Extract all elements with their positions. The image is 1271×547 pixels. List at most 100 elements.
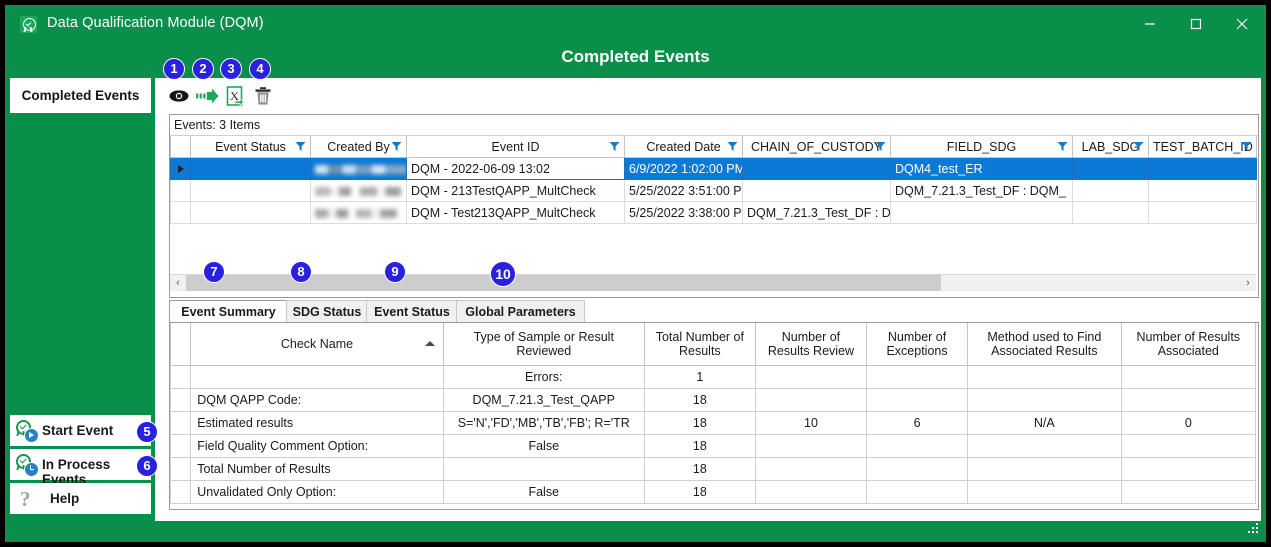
cell-check-name[interactable]: Estimated results [191, 412, 444, 435]
cell-method[interactable] [968, 435, 1122, 458]
col-field-sdg[interactable]: FIELD_SDG [891, 136, 1073, 158]
cell-field-sdg[interactable] [891, 202, 1073, 224]
close-button[interactable] [1219, 6, 1265, 42]
cell-check-name[interactable]: Total Number of Results [191, 458, 444, 481]
cell-type[interactable]: DQM_7.21.3_Test_QAPP [443, 389, 644, 412]
col-total-number-of-results[interactable]: Total Number of Results [644, 323, 755, 366]
cell-created-date[interactable]: 5/25/2022 3:38:00 PM [625, 202, 743, 224]
cell-field-sdg[interactable]: DQM_7.21.3_Test_DF : DQM_ [891, 180, 1073, 202]
cell-exceptions[interactable] [867, 366, 968, 389]
filter-icon[interactable] [391, 141, 402, 152]
move-arrow-icon[interactable] [194, 84, 220, 108]
cell-test-batch-id[interactable] [1149, 202, 1257, 224]
table-row[interactable]: Total Number of Results 18 [171, 458, 1256, 481]
tab-event-status[interactable]: Event Status [366, 300, 458, 323]
tab-completed-events[interactable]: Completed Events [10, 78, 151, 113]
cell-created-by[interactable] [311, 158, 407, 180]
tab-global-parameters[interactable]: Global Parameters [456, 300, 585, 323]
filter-icon[interactable] [609, 141, 620, 152]
cell-check-name[interactable] [191, 366, 444, 389]
table-row[interactable]: Estimated results S='N','FD','MB','TB','… [171, 412, 1256, 435]
cell-method[interactable] [968, 389, 1122, 412]
cell-associated[interactable] [1121, 366, 1255, 389]
eye-icon[interactable] [166, 84, 192, 108]
cell-exceptions[interactable]: 6 [867, 412, 968, 435]
col-created-by[interactable]: Created By [311, 136, 407, 158]
cell-created-date[interactable]: 6/9/2022 1:02:00 PM [625, 158, 743, 180]
col-event-id[interactable]: Event ID [407, 136, 625, 158]
cell-field-sdg[interactable]: DQM4_test_ER [891, 158, 1073, 180]
cell-created-date[interactable]: 5/25/2022 3:51:00 PM [625, 180, 743, 202]
cell-total[interactable]: 18 [644, 458, 755, 481]
cell-reviewed[interactable] [755, 481, 866, 504]
filter-icon[interactable] [1241, 141, 1252, 152]
col-event-status[interactable]: Event Status [191, 136, 311, 158]
table-row[interactable]: DQM - Test213QAPP_MultCheck 5/25/2022 3:… [171, 202, 1257, 224]
scroll-right-button[interactable]: › [1240, 275, 1256, 291]
cell-associated[interactable]: 0 [1121, 412, 1255, 435]
col-check-name[interactable]: Check Name [191, 323, 444, 366]
sidebar-item-start-event[interactable]: Start Event [10, 415, 151, 446]
cell-reviewed[interactable] [755, 435, 866, 458]
cell-total[interactable]: 18 [644, 435, 755, 458]
cell-event-status[interactable] [191, 180, 311, 202]
sidebar-item-in-process-events[interactable]: In Process Events [10, 449, 151, 480]
cell-test-batch-id[interactable] [1149, 158, 1257, 180]
resize-grip-icon[interactable] [1246, 523, 1259, 536]
cell-lab-sdg[interactable] [1073, 202, 1149, 224]
cell-method[interactable] [968, 366, 1122, 389]
cell-associated[interactable] [1121, 389, 1255, 412]
col-number-of-results-associated[interactable]: Number of Results Associated [1121, 323, 1255, 366]
cell-type[interactable] [443, 458, 644, 481]
cell-check-name[interactable]: Unvalidated Only Option: [191, 481, 444, 504]
col-created-date[interactable]: Created Date [625, 136, 743, 158]
cell-reviewed[interactable] [755, 458, 866, 481]
horizontal-scrollbar[interactable]: ‹ › [170, 274, 1256, 291]
cell-method[interactable] [968, 481, 1122, 504]
cell-created-by[interactable] [311, 180, 407, 202]
cell-event-status[interactable] [191, 202, 311, 224]
cell-type[interactable]: False [443, 481, 644, 504]
table-row[interactable]: Errors: 1 [171, 366, 1256, 389]
cell-total[interactable]: 18 [644, 481, 755, 504]
cell-exceptions[interactable] [867, 389, 968, 412]
cell-check-name[interactable]: Field Quality Comment Option: [191, 435, 444, 458]
cell-reviewed[interactable] [755, 389, 866, 412]
cell-event-status[interactable] [191, 158, 311, 180]
tab-sdg-status[interactable]: SDG Status [286, 300, 368, 323]
cell-total[interactable]: 18 [644, 412, 755, 435]
filter-icon[interactable] [1057, 141, 1068, 152]
cell-exceptions[interactable] [867, 481, 968, 504]
maximize-button[interactable] [1173, 6, 1219, 42]
cell-method[interactable] [968, 458, 1122, 481]
col-lab-sdg[interactable]: LAB_SDG [1073, 136, 1149, 158]
table-row[interactable]: DQM QAPP Code: DQM_7.21.3_Test_QAPP 18 [171, 389, 1256, 412]
cell-type[interactable]: False [443, 435, 644, 458]
cell-test-batch-id[interactable] [1149, 180, 1257, 202]
sidebar-item-help[interactable]: ? Help [10, 483, 151, 514]
cell-type[interactable]: Errors: [443, 366, 644, 389]
excel-export-icon[interactable]: X [222, 84, 248, 108]
cell-associated[interactable] [1121, 435, 1255, 458]
col-test-batch-id[interactable]: TEST_BATCH_ID [1149, 136, 1257, 158]
cell-exceptions[interactable] [867, 458, 968, 481]
filter-icon[interactable] [1133, 141, 1144, 152]
cell-event-id[interactable]: DQM - 213TestQAPP_MultCheck [407, 180, 625, 202]
col-number-of-exceptions[interactable]: Number of Exceptions [867, 323, 968, 366]
cell-reviewed[interactable] [755, 366, 866, 389]
col-type-of-sample[interactable]: Type of Sample or Result Reviewed [443, 323, 644, 366]
cell-total[interactable]: 1 [644, 366, 755, 389]
table-row[interactable]: DQM - 2022-06-09 13:02 6/9/2022 1:02:00 … [171, 158, 1257, 180]
col-chain-of-custody[interactable]: CHAIN_OF_CUSTODY [743, 136, 891, 158]
scroll-left-button[interactable]: ‹ [170, 275, 186, 291]
cell-method[interactable]: N/A [968, 412, 1122, 435]
cell-associated[interactable] [1121, 458, 1255, 481]
cell-associated[interactable] [1121, 481, 1255, 504]
cell-chain-of-custody[interactable] [743, 158, 891, 180]
cell-lab-sdg[interactable] [1073, 180, 1149, 202]
cell-chain-of-custody[interactable] [743, 180, 891, 202]
cell-type[interactable]: S='N','FD','MB','TB','FB'; R='TR [443, 412, 644, 435]
table-row[interactable]: DQM - 213TestQAPP_MultCheck 5/25/2022 3:… [171, 180, 1257, 202]
cell-chain-of-custody[interactable]: DQM_7.21.3_Test_DF : D [743, 202, 891, 224]
cell-total[interactable]: 18 [644, 389, 755, 412]
